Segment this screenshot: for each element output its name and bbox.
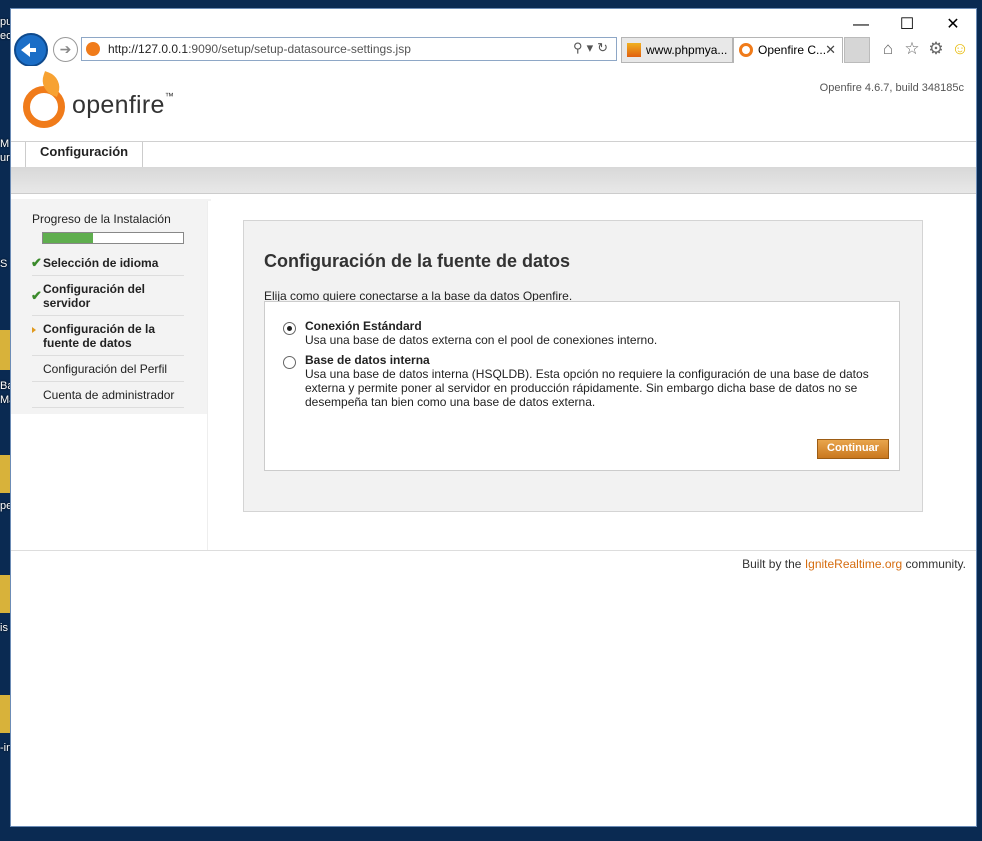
- step-language: ✔ Selección de idioma: [31, 250, 184, 276]
- footer: Built by the IgniteRealtime.org communit…: [742, 557, 966, 571]
- datasource-panel: Configuración de la fuente de datos Elij…: [243, 220, 923, 512]
- pma-icon: [627, 43, 641, 57]
- minimize-button[interactable]: —: [838, 13, 884, 37]
- check-icon: ✔: [31, 288, 42, 303]
- close-tab-icon[interactable]: ✕: [825, 38, 836, 62]
- steps-list: ✔ Selección de idioma ✔ Configuración del …: [31, 250, 184, 408]
- browser-window: — ☐ ✕ ➔ http://127.0.0.1:9090/setup/setu…: [10, 8, 977, 827]
- desktop-label: ur: [0, 152, 10, 164]
- continue-button[interactable]: Continuar: [817, 439, 889, 459]
- footer-prefix: Built by the: [742, 557, 805, 571]
- footer-suffix: community.: [902, 557, 966, 571]
- forward-arrow-icon[interactable]: ➔: [53, 37, 78, 62]
- star-icon[interactable]: ☆: [902, 37, 922, 61]
- progress-title: Progreso de la Instalación: [32, 212, 171, 226]
- option-description: Usa una base de datos interna (HSQLDB). …: [305, 367, 869, 409]
- logo-trademark: ™: [164, 91, 175, 101]
- home-icon[interactable]: ⌂: [878, 37, 898, 61]
- tab-label: Openfire C...: [758, 43, 827, 57]
- desktop-label: S: [0, 258, 8, 270]
- desktop-label: M: [0, 138, 10, 150]
- back-arrow-icon[interactable]: [14, 33, 48, 67]
- page-title: Configuración de la fuente de datos: [264, 251, 571, 271]
- url-host: http://127.0.0.1: [108, 42, 189, 56]
- step-datasource: Configuración de la fuente de datos: [32, 316, 184, 356]
- new-tab-button[interactable]: [844, 37, 870, 63]
- options-box: Conexión Estándard Usa una base de datos…: [264, 301, 900, 471]
- tab-openfire[interactable]: Openfire C... ✕: [733, 37, 843, 63]
- address-url[interactable]: http://127.0.0.1:9090/setup/setup-dataso…: [108, 42, 411, 56]
- step-label: Selección de idioma: [43, 256, 159, 270]
- tab-label: www.phpmya...: [646, 43, 728, 57]
- version-label: Openfire 4.6.7, build 348185c: [819, 82, 964, 94]
- step-label: Cuenta de administrador: [43, 388, 175, 402]
- url-path: :9090/setup/setup-datasource-settings.js…: [188, 42, 411, 56]
- check-icon: ✔: [31, 255, 42, 270]
- option-embedded[interactable]: Base de datos interna Usa una base de da…: [283, 353, 873, 409]
- option-label: Conexión Estándard: [305, 319, 422, 333]
- address-actions: ⚲▾↻: [573, 40, 612, 56]
- main-nav: Configuración: [11, 141, 976, 168]
- logo-wordmark: openfire: [72, 91, 165, 119]
- option-label: Base de datos interna: [305, 353, 430, 367]
- sidebar: Progreso de la Instalación ✔ Selección de…: [11, 199, 211, 414]
- option-description: Usa una base de datos externa con el poo…: [305, 333, 658, 347]
- maximize-button[interactable]: ☐: [884, 13, 930, 37]
- close-button[interactable]: ✕: [930, 13, 976, 37]
- step-label: Configuración del servidor: [43, 282, 145, 310]
- progress-bar: [42, 232, 184, 244]
- radio-standard[interactable]: [283, 322, 296, 335]
- step-server: ✔ Configuración del servidor: [31, 276, 184, 316]
- logo-text: openfire™: [72, 91, 174, 120]
- openfire-icon: [86, 42, 100, 56]
- gear-icon[interactable]: ⚙: [926, 37, 946, 61]
- search-icon[interactable]: ⚲: [573, 40, 587, 55]
- step-label: Configuración del Perfil: [43, 362, 168, 376]
- logo-ring-icon: [23, 86, 65, 128]
- chevron-down-icon[interactable]: ▾: [587, 40, 598, 55]
- desktop-label: is: [0, 622, 8, 634]
- sub-nav-bar: [11, 167, 976, 194]
- tab-configuracion[interactable]: Configuración: [25, 142, 144, 167]
- step-profile: Configuración del Perfil: [32, 356, 184, 382]
- page-content: openfire™ Openfire 4.6.7, build 348185c …: [11, 66, 976, 826]
- smiley-icon[interactable]: ☺: [950, 37, 970, 61]
- igniterealtime-link[interactable]: IgniteRealtime.org: [805, 557, 902, 571]
- step-label: Configuración de la fuente de datos: [43, 322, 156, 350]
- step-admin: Cuenta de administrador: [32, 382, 184, 408]
- address-bar[interactable]: http://127.0.0.1:9090/setup/setup-dataso…: [81, 37, 617, 61]
- progress-fill: [43, 233, 94, 243]
- tab-phpmyadmin[interactable]: www.phpmya...: [621, 37, 733, 63]
- openfire-icon: [739, 43, 753, 57]
- option-standard[interactable]: Conexión Estándard Usa una base de datos…: [283, 319, 873, 347]
- refresh-icon[interactable]: ↻: [597, 40, 612, 55]
- arrow-right-icon: [32, 327, 36, 333]
- footer-divider: [11, 550, 976, 551]
- radio-embedded[interactable]: [283, 356, 296, 369]
